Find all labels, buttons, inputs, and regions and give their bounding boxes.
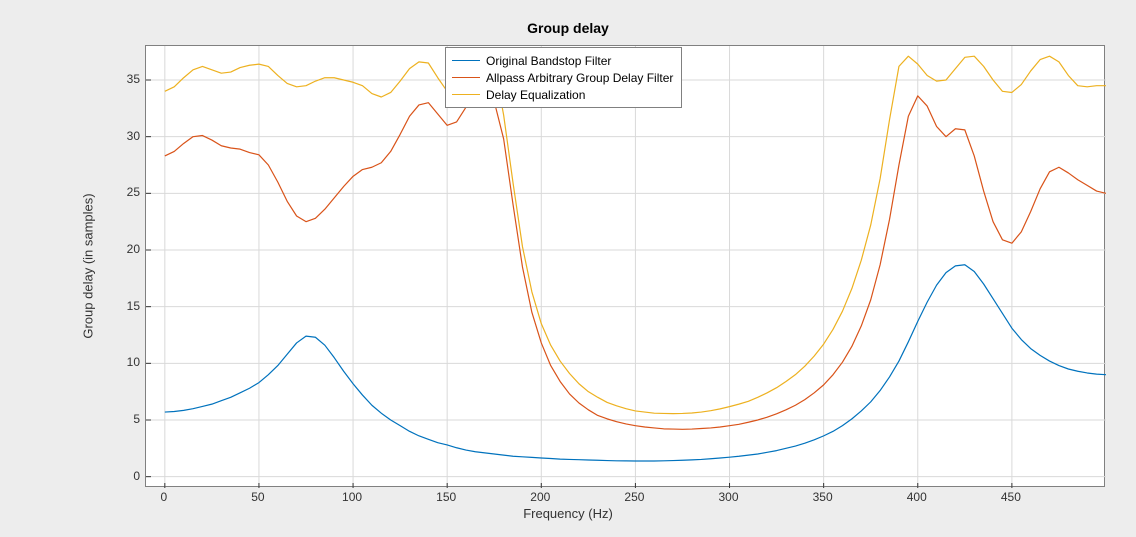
y-tick-label: 15	[100, 299, 140, 313]
legend-swatch-allpass	[452, 77, 480, 78]
x-tick-label: 0	[160, 490, 167, 504]
legend-label-equalization: Delay Equalization	[486, 88, 585, 102]
legend-item-equalization: Delay Equalization	[452, 86, 673, 103]
legend-swatch-equalization	[452, 94, 480, 95]
x-tick-label: 350	[813, 490, 833, 504]
legend: Original Bandstop Filter Allpass Arbitra…	[445, 47, 682, 108]
x-tick-label: 50	[251, 490, 264, 504]
x-tick-label: 450	[1001, 490, 1021, 504]
chart-container: Group delay Group delay (in samples) Fre…	[0, 0, 1136, 537]
x-tick-label: 250	[624, 490, 644, 504]
y-axis-label: Group delay (in samples)	[81, 193, 96, 338]
x-tick-label: 300	[719, 490, 739, 504]
x-tick-label: 200	[530, 490, 550, 504]
x-tick-label: 150	[436, 490, 456, 504]
y-tick-label: 10	[100, 355, 140, 369]
y-tick-label: 0	[100, 469, 140, 483]
legend-item-original: Original Bandstop Filter	[452, 52, 673, 69]
x-tick-label: 100	[342, 490, 362, 504]
legend-swatch-original	[452, 60, 480, 61]
plot-area	[145, 45, 1105, 487]
y-tick-label: 30	[100, 129, 140, 143]
x-tick-label: 400	[907, 490, 927, 504]
x-axis-label: Frequency (Hz)	[0, 506, 1136, 521]
legend-label-original: Original Bandstop Filter	[486, 54, 611, 68]
y-tick-label: 20	[100, 242, 140, 256]
legend-item-allpass: Allpass Arbitrary Group Delay Filter	[452, 69, 673, 86]
y-tick-label: 5	[100, 412, 140, 426]
y-tick-label: 35	[100, 72, 140, 86]
plot-svg	[146, 46, 1106, 488]
chart-title: Group delay	[0, 20, 1136, 36]
y-tick-label: 25	[100, 185, 140, 199]
legend-label-allpass: Allpass Arbitrary Group Delay Filter	[486, 71, 673, 85]
